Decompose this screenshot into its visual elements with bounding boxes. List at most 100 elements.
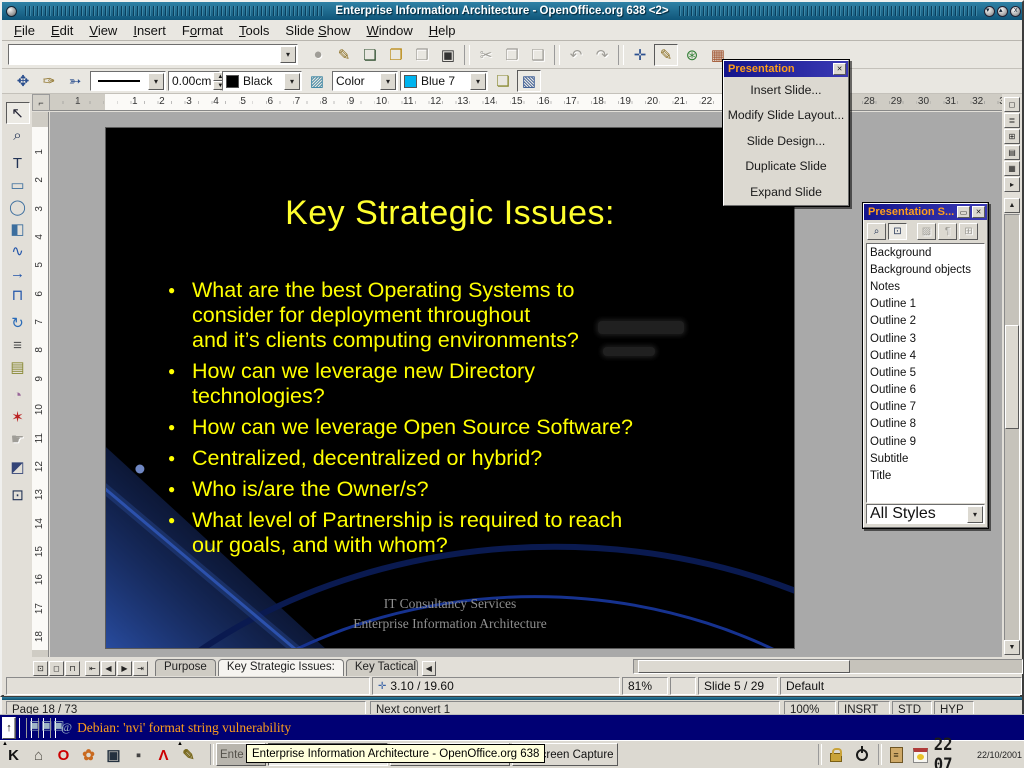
- slides-view-button[interactable]: ⊞: [1004, 129, 1020, 144]
- bullet-item[interactable]: ● What level of Partnership is required …: [168, 508, 758, 558]
- styles-filter-select[interactable]: All Styles: [866, 504, 985, 524]
- presentation-menu-item[interactable]: Slide Design...: [724, 128, 848, 154]
- slide-tab[interactable]: Key Strategic Issues:: [218, 659, 344, 676]
- paragraph-styles-icon[interactable]: ⌕: [867, 223, 886, 240]
- stylist-icon[interactable]: ✎: [654, 44, 678, 66]
- ruler-corner[interactable]: ⌐: [32, 94, 50, 111]
- url-combobox[interactable]: [8, 44, 298, 65]
- power-icon[interactable]: [852, 745, 872, 765]
- panel-clock[interactable]: 22 07: [934, 743, 974, 766]
- start-show-button[interactable]: ▸: [1004, 177, 1020, 192]
- new-style-icon[interactable]: ¶: [938, 223, 957, 240]
- layer-mode-button[interactable]: ⊓: [65, 661, 80, 676]
- menu-item[interactable]: Slide Show: [277, 21, 358, 40]
- edit-points-icon[interactable]: ✥: [11, 70, 35, 92]
- style-item[interactable]: Notes: [867, 278, 984, 295]
- menu-item[interactable]: Format: [174, 21, 231, 40]
- presentation-box-tool-icon[interactable]: ⊡: [6, 484, 30, 506]
- minimize-button[interactable]: [984, 6, 995, 17]
- panel-date[interactable]: 22/10/2001: [977, 750, 1022, 760]
- rotate-tool-icon[interactable]: ↻: [6, 312, 30, 334]
- menu-item[interactable]: Insert: [125, 21, 174, 40]
- lock-icon[interactable]: [826, 745, 846, 765]
- screenshot-app-icon[interactable]: ✎: [177, 744, 200, 767]
- scroll-up-icon[interactable]: ▲: [1004, 198, 1020, 213]
- drawing-view-button[interactable]: ◻: [1004, 97, 1020, 112]
- window-menu-knob[interactable]: [6, 6, 17, 17]
- zoom-tool-icon[interactable]: ⌕: [6, 124, 30, 146]
- bullet-text[interactable]: Who is/are the Owner/s?: [192, 477, 429, 502]
- bullet-item[interactable]: ● What are the best Operating Systems to…: [168, 278, 758, 353]
- fill-format-icon[interactable]: ▨: [917, 223, 936, 240]
- menu-item[interactable]: Help: [421, 21, 464, 40]
- close-icon[interactable]: [833, 63, 846, 75]
- bullet-text[interactable]: What level of Partnership is required to…: [192, 508, 622, 558]
- line-width-stepper[interactable]: 0.00cm ▲▼: [168, 71, 220, 91]
- news-text[interactable]: Debian: 'nvi' format string vulnerabilit…: [77, 720, 291, 736]
- menu-item[interactable]: View: [81, 21, 125, 40]
- bullet-text[interactable]: How can we leverage Open Source Software…: [192, 415, 633, 440]
- scroll-down-icon[interactable]: ▼: [1004, 640, 1020, 655]
- horizontal-scroll-thumb[interactable]: [638, 660, 850, 673]
- maximize-button[interactable]: [997, 6, 1008, 17]
- status-position-cell[interactable]: ✛ 3.10 / 19.60: [372, 677, 620, 695]
- presentation-styles-icon[interactable]: ⊡: [888, 223, 907, 240]
- horizontal-scrollbar[interactable]: [633, 659, 1023, 674]
- presentation-menu-item[interactable]: Expand Slide: [724, 179, 848, 205]
- rectangle-tool-icon[interactable]: ▭: [6, 174, 30, 196]
- handout-view-button[interactable]: ▦: [1004, 161, 1020, 176]
- style-item[interactable]: Outline 2: [867, 313, 984, 330]
- dropdown-arrow-icon[interactable]: [280, 46, 296, 63]
- save-icon[interactable]: ❒: [410, 44, 434, 66]
- style-item[interactable]: Outline 5: [867, 364, 984, 381]
- style-item[interactable]: Background: [867, 244, 984, 261]
- bullet-text[interactable]: Centralized, decentralized or hybrid?: [192, 446, 542, 471]
- line-color-select[interactable]: Black: [222, 71, 302, 91]
- style-item[interactable]: Outline 3: [867, 330, 984, 347]
- ellipse-tool-icon[interactable]: ◯: [6, 196, 30, 218]
- dropdown-arrow-icon[interactable]: [148, 73, 164, 90]
- style-item[interactable]: Background objects: [867, 261, 984, 278]
- desktop-files-icon[interactable]: ⌂: [27, 744, 50, 767]
- bullet-item[interactable]: ● Who is/are the Owner/s?: [168, 477, 758, 502]
- redo-icon[interactable]: ↷: [590, 44, 614, 66]
- bullet-text[interactable]: How can we leverage new Directory techno…: [192, 359, 535, 409]
- close-button[interactable]: [1010, 6, 1021, 17]
- next-slide-button[interactable]: ▶: [117, 661, 132, 676]
- paste-icon[interactable]: ❑: [526, 44, 550, 66]
- acrobat-icon[interactable]: Λ: [152, 744, 175, 767]
- menu-item[interactable]: Tools: [231, 21, 277, 40]
- style-item[interactable]: Outline 1: [867, 296, 984, 313]
- presentation-menu-item[interactable]: Duplicate Slide: [724, 154, 848, 180]
- style-item[interactable]: Outline 6: [867, 382, 984, 399]
- arrow-style-icon[interactable]: ➳: [63, 70, 87, 92]
- interaction-tool-icon[interactable]: ☛: [6, 428, 30, 450]
- dropdown-arrow-icon[interactable]: [284, 73, 300, 90]
- rotation-mode-icon[interactable]: ▧: [517, 70, 541, 92]
- menu-item[interactable]: File: [6, 21, 43, 40]
- alignment-tool-icon[interactable]: ≡: [6, 334, 30, 356]
- navigator-icon[interactable]: ✛: [628, 44, 652, 66]
- objects3d-tool-icon[interactable]: ◧: [6, 218, 30, 240]
- lines-arrows-tool-icon[interactable]: →: [6, 262, 30, 284]
- curve-tool-icon[interactable]: ∿: [6, 240, 30, 262]
- butterfly-app-icon[interactable]: ✿: [77, 744, 100, 767]
- pen-icon[interactable]: ✑: [37, 70, 61, 92]
- calendar-icon[interactable]: [910, 745, 930, 765]
- presentation-menu-item[interactable]: Insert Slide...: [724, 77, 848, 103]
- status-template-cell[interactable]: Default: [780, 677, 1022, 695]
- slide-canvas[interactable]: Key Strategic Issues: ● What are the bes…: [50, 112, 1002, 657]
- kmenu-icon[interactable]: K: [2, 744, 25, 767]
- style-item[interactable]: Outline 7: [867, 399, 984, 416]
- slide-mode-button[interactable]: ⊡: [33, 661, 48, 676]
- vertical-scrollbar[interactable]: [1004, 214, 1020, 654]
- palette-titlebar[interactable]: Presentation S...: [864, 204, 987, 220]
- menu-item[interactable]: Window: [358, 21, 420, 40]
- text-tool-icon[interactable]: T: [6, 152, 30, 174]
- bullet-item[interactable]: ● How can we leverage Open Source Softwa…: [168, 415, 758, 440]
- style-item[interactable]: Subtitle: [867, 450, 984, 467]
- style-item[interactable]: Outline 8: [867, 416, 984, 433]
- vertical-scroll-thumb[interactable]: [1005, 325, 1019, 429]
- print-icon[interactable]: ▣: [436, 44, 460, 66]
- outline-view-button[interactable]: ≣: [1004, 113, 1020, 128]
